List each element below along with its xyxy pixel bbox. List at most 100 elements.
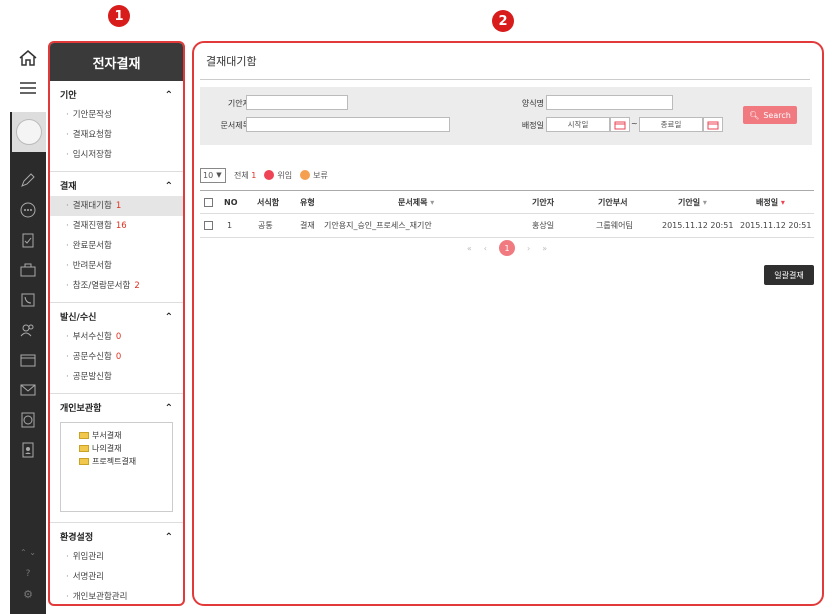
search-icon: 🔍︎ (749, 110, 760, 120)
nav-item[interactable]: · 결재요청함 (50, 125, 183, 145)
section-personal-archive: 개인보관함 ⌃ 부서결재 나의결재 프로젝트결재 (50, 394, 183, 523)
scroll-arrows-icon[interactable]: ⌃ ⌄ (18, 542, 38, 562)
row-checkbox[interactable] (204, 221, 213, 230)
delegate-icon (264, 170, 275, 180)
word-icon[interactable] (18, 410, 38, 430)
last-page-button[interactable]: » (542, 244, 547, 253)
hold-icon (300, 170, 311, 180)
folder-icon (79, 445, 89, 452)
nav-item[interactable]: · 공문발신함 (50, 367, 183, 387)
delegate-button[interactable]: 위임 (264, 170, 292, 181)
form-label: 양식명 (521, 99, 544, 108)
col-type: 유형 (300, 198, 315, 207)
drafter-label: 기안자 (227, 99, 250, 108)
total-count: 전체 1 (234, 170, 257, 180)
app-rail: ⌃ ⌄ ? ⚙ (10, 42, 46, 614)
col-no: NO (224, 198, 238, 207)
section-send-receive: 발신/수신 ⌃ · 부서수신함 0 · 공문수신함 0 · 공문발신함 (50, 303, 183, 394)
collapse-caret-icon[interactable]: ⌃ (165, 400, 173, 418)
table-row[interactable]: 1 공통 결재 기안용지_승인_프로세스_재기안 홍상일 그룹웨어팀 2015.… (200, 214, 814, 238)
prev-page-button[interactable]: ‹ (484, 244, 487, 253)
menu-icon[interactable] (18, 78, 38, 98)
main-panel: 결재대기함 기안자 문서제목 양식명 배정일 시작일 ~ 종료일 🔍︎ Searc… (192, 41, 824, 606)
section-title[interactable]: 개인보관함 ⌃ (50, 400, 183, 418)
tree-folder[interactable]: 나의결재 (69, 442, 164, 455)
col-assign-date[interactable]: 배정일 ▾ (756, 191, 785, 215)
pencil-icon[interactable] (18, 170, 38, 190)
first-page-button[interactable]: « (467, 244, 472, 253)
nav-item[interactable]: · 공문수신함 0 (50, 347, 183, 367)
next-page-button[interactable]: › (527, 244, 530, 253)
col-draft-date[interactable]: 기안일 ▾ (678, 191, 707, 215)
collapse-caret-icon[interactable]: ⌃ (165, 178, 173, 196)
nav-item[interactable]: · 부서수신함 0 (50, 327, 183, 347)
section-draft: 기안 ⌃ · 기안문작성 · 결재요청함 · 임시저장함 (50, 81, 183, 172)
id-card-icon[interactable] (18, 440, 38, 460)
doc-title-link[interactable]: 기안용지_승인_프로세스_재기안 (324, 214, 432, 238)
collapse-caret-icon[interactable]: ⌃ (165, 529, 173, 547)
select-all-checkbox[interactable] (204, 198, 213, 207)
collapse-caret-icon[interactable]: ⌃ (165, 87, 173, 105)
doc-title-label: 문서제목 (220, 121, 250, 130)
end-date-input[interactable]: 종료일 (639, 117, 703, 132)
col-drafter: 기안자 (532, 198, 555, 207)
nav-item[interactable]: · 참조/열람문서함 2 (50, 276, 183, 296)
hold-button[interactable]: 보류 (300, 170, 328, 181)
section-approval: 결재 ⌃ · 결재대기함 1 · 결재진행함 16 · 완료문서함 · 반려문서함 · 참조/열… (50, 172, 183, 303)
folder-icon (79, 458, 89, 465)
search-button[interactable]: 🔍︎ Search (743, 106, 797, 124)
tree-folder[interactable]: 프로젝트결재 (69, 455, 164, 468)
col-dept: 기안부서 (598, 198, 628, 207)
approval-nav-panel: 전자결재 기안 ⌃ · 기안문작성 · 결재요청함 · 임시저장함 결재 ⌃ · 결재대기함… (48, 41, 185, 606)
nav-item[interactable]: · 기안문작성 (50, 105, 183, 125)
assign-date-label: 배정일 (521, 121, 544, 130)
help-icon[interactable]: ? (18, 564, 38, 584)
nav-item-pending[interactable]: · 결재대기함 1 (50, 196, 183, 216)
calendar-icon[interactable] (703, 117, 723, 132)
col-title[interactable]: 문서제목 ▾ (398, 191, 434, 215)
pagination: « ‹ 1 › » (200, 240, 814, 256)
mail-icon[interactable] (18, 380, 38, 400)
current-page[interactable]: 1 (499, 240, 515, 256)
nav-item[interactable]: · 서명관리 (50, 567, 183, 587)
search-filter: 기안자 문서제목 양식명 배정일 시작일 ~ 종료일 🔍︎ Search (200, 87, 812, 145)
approval-icon[interactable] (18, 230, 38, 250)
nav-item[interactable]: · 임시저장함 (50, 145, 183, 165)
nav-item[interactable]: · 결재진행함 16 (50, 216, 183, 236)
marker-1: 1 (108, 5, 130, 27)
nav-item[interactable]: · 위임관리 (50, 547, 183, 567)
table-header: NO 서식함 유형 문서제목 ▾ 기안자 기안부서 기안일 ▾ 배정일 ▾ (200, 190, 814, 214)
calendar-icon[interactable] (18, 350, 38, 370)
contacts-icon[interactable] (18, 320, 38, 340)
list-toolbar: 10 ▼ 전체 1 위임 보류 (200, 167, 328, 183)
document-table: NO 서식함 유형 문서제목 ▾ 기안자 기안부서 기안일 ▾ 배정일 ▾ 1 … (200, 190, 814, 256)
nav-item[interactable]: · 완료문서함 (50, 236, 183, 256)
tree-folder[interactable]: 부서결재 (69, 429, 164, 442)
briefcase-icon[interactable] (18, 260, 38, 280)
section-title[interactable]: 환경설정 ⌃ (50, 529, 183, 547)
home-icon[interactable] (18, 48, 38, 68)
section-title[interactable]: 기안 ⌃ (50, 87, 183, 105)
settings-gear-icon[interactable]: ⚙ (18, 584, 38, 604)
folder-tree: 부서결재 나의결재 프로젝트결재 (60, 422, 173, 512)
page-title: 결재대기함 (206, 55, 257, 68)
collapse-caret-icon[interactable]: ⌃ (165, 309, 173, 327)
col-form-box: 서식함 (257, 198, 280, 207)
avatar[interactable] (12, 112, 46, 152)
chat-icon[interactable] (18, 200, 38, 220)
doc-title-input[interactable] (246, 117, 450, 132)
section-settings: 환경설정 ⌃ · 위임관리 · 서명관리 · 개인보관함관리 (50, 523, 183, 604)
section-title[interactable]: 발신/수신 ⌃ (50, 309, 183, 327)
bulk-approve-button[interactable]: 일괄결재 (764, 265, 814, 285)
section-title[interactable]: 결재 ⌃ (50, 178, 183, 196)
start-date-input[interactable]: 시작일 (546, 117, 610, 132)
form-input[interactable] (546, 95, 673, 110)
phone-icon[interactable] (18, 290, 38, 310)
drafter-input[interactable] (246, 95, 348, 110)
nav-item[interactable]: · 반려문서함 (50, 256, 183, 276)
nav-item[interactable]: · 개인보관함관리 (50, 587, 183, 604)
calendar-icon[interactable] (610, 117, 630, 132)
range-separator: ~ (631, 119, 638, 128)
nav-title: 전자결재 (50, 43, 183, 81)
page-size-select[interactable]: 10 ▼ (200, 167, 226, 183)
